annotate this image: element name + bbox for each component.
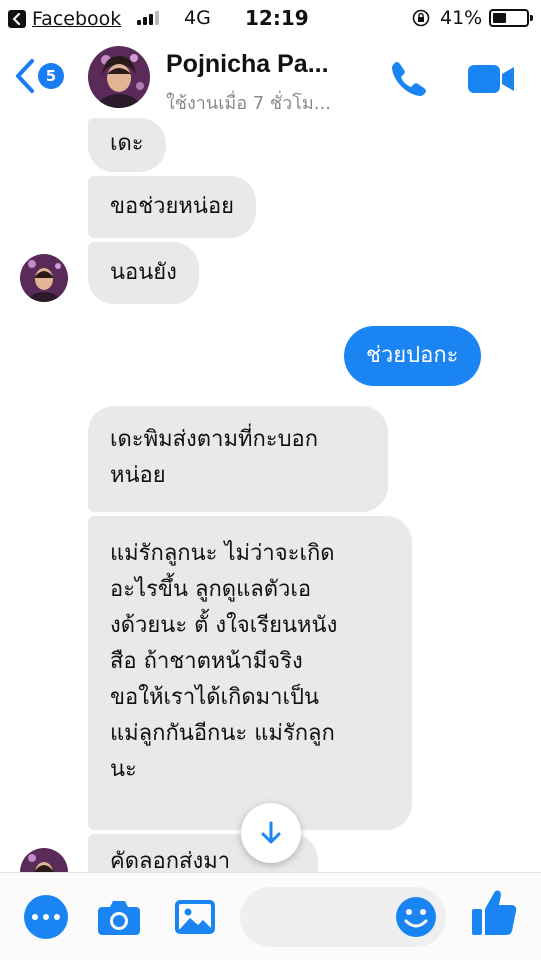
rotation-lock-icon [412,9,430,27]
arrow-down-icon [261,821,281,844]
message-text-line: แม่รักลูกนะ ไม่ว่าจะเกิด [110,541,335,566]
message-text-line: เดะพิมส่งตามที่กะบอก [110,427,319,452]
gallery-icon[interactable] [172,895,218,939]
back-button[interactable]: 5 [14,58,64,94]
message-text-line: สือ ถ้าชาตหน้ามีจริง [110,649,303,674]
back-arrow-icon [8,10,26,28]
message-text-line: อะไรขึ้น ลูกดูแลตัวเอ [110,577,312,602]
contact-name[interactable]: Pojnicha Pa... [166,50,329,79]
message-bubble-incoming[interactable]: นอนยัง [88,242,199,304]
clock: 12:19 [245,6,309,30]
chat-header: 5 Pojnicha Pa... ใช้งานเมื่อ 7 ชั่วโม... [0,36,541,120]
contact-active-status: ใช้งานเมื่อ 7 ชั่วโม... [166,93,331,114]
message-text-line: นะ [110,757,137,782]
message-text-line: แม่ลูกกันอีกนะ แม่รักลูก [110,721,335,746]
sender-avatar[interactable] [20,254,68,302]
message-bubble-incoming[interactable]: เดะพิมส่งตามที่กะบอก หน่อย [88,406,388,512]
thumbs-up-icon[interactable] [470,887,518,939]
message-text: ช่วยปอกะ [366,343,459,368]
back-app-label: Facebook [32,8,122,30]
message-text-line: ขอให้เราได้เกิดมาเป็น [110,685,320,710]
message-bubble-incoming[interactable]: ขอช่วยหน่อย [88,176,257,238]
camera-icon[interactable] [96,895,142,939]
message-text: เดะ [110,131,144,156]
battery-percent: 41% [440,7,483,29]
chevron-left-icon [16,59,34,93]
message-text-line: งด้วยนะ ตั้ งใจเรียนหนัง [110,613,338,638]
message-bubble-incoming[interactable]: เดะ [88,118,166,172]
back-to-app-link[interactable]: Facebook [8,8,121,30]
phone-icon[interactable] [387,57,431,101]
battery-fill [493,13,507,23]
unread-badge: 5 [38,63,64,89]
battery-icon [489,9,533,27]
more-icon[interactable] [24,895,68,939]
status-bar: Facebook 4G 12:19 41% [0,0,541,36]
message-text-line: หน่อย [110,463,166,488]
network-type: 4G [184,7,211,29]
message-bubble-incoming[interactable]: แม่รักลูกนะ ไม่ว่าจะเกิด อะไรขึ้น ลูกดูแ… [88,516,412,830]
message-text: นอนยัง [110,260,177,285]
message-bubble-outgoing[interactable]: ช่วยปอกะ [344,326,481,386]
composer-bar [0,872,541,960]
video-camera-icon[interactable] [466,62,516,96]
scroll-to-bottom-button[interactable] [241,803,301,863]
avatar[interactable] [88,46,150,108]
emoji-icon[interactable] [394,895,438,939]
message-text: ขอช่วยหน่อย [110,194,235,219]
signal-icon [137,11,159,25]
